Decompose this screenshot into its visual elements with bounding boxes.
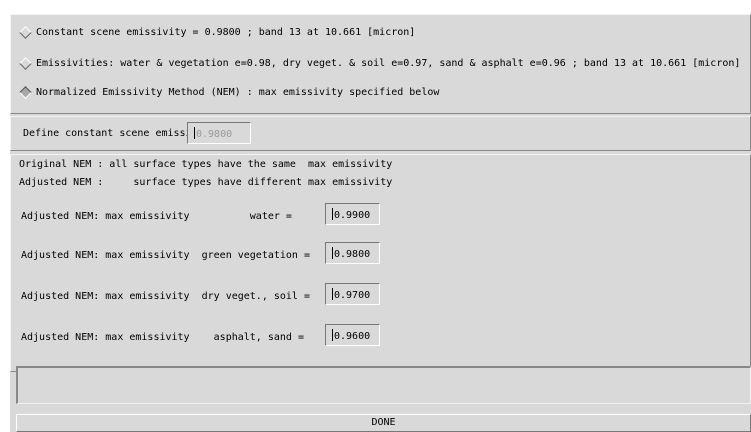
soil-emissivity-label: Adjusted NEM: max emissivity dry veget.,… <box>21 291 317 302</box>
option-label: Emissivities: water & vegetation e=0.98,… <box>36 57 741 69</box>
asphalt-emissivity-value: 0.9600 <box>334 331 371 342</box>
emissivity-dialog: Constant scene emissivity = 0.9800 ; ban… <box>10 14 751 432</box>
text-cursor-icon <box>332 247 333 259</box>
radio-diamond-icon[interactable] <box>19 56 32 70</box>
water-emissivity-label: Adjusted NEM: max emissivity water = <box>21 211 298 222</box>
option-label: Normalized Emissivity Method (NEM) : max… <box>36 86 440 98</box>
adjusted-nem-description: Adjusted NEM : surface types have differ… <box>19 177 393 188</box>
option-constant-emissivity[interactable]: Constant scene emissivity = 0.9800 ; ban… <box>19 24 415 40</box>
vegetation-emissivity-input[interactable]: 0.9800 <box>325 242 380 264</box>
constant-emissivity-panel: Define constant scene emissivity = 0.980… <box>10 116 751 151</box>
constant-emissivity-input[interactable]: 0.9800 <box>187 122 251 144</box>
text-cursor-icon <box>332 288 333 300</box>
soil-emissivity-value: 0.9700 <box>334 290 371 301</box>
option-surface-emissivities[interactable]: Emissivities: water & vegetation e=0.98,… <box>19 55 740 71</box>
asphalt-emissivity-input[interactable]: 0.9600 <box>325 324 380 346</box>
text-cursor-icon <box>194 127 195 139</box>
emissivity-option-group: Constant scene emissivity = 0.9800 ; ban… <box>10 14 751 114</box>
vegetation-emissivity-label: Adjusted NEM: max emissivity green veget… <box>21 250 317 261</box>
text-cursor-icon <box>332 208 333 220</box>
status-message-area <box>16 366 751 404</box>
water-emissivity-input[interactable]: 0.9900 <box>325 203 380 225</box>
constant-emissivity-value: 0.9800 <box>196 129 233 140</box>
radio-diamond-icon[interactable] <box>19 25 32 39</box>
option-nem[interactable]: Normalized Emissivity Method (NEM) : max… <box>19 84 439 100</box>
asphalt-emissivity-label: Adjusted NEM: max emissivity asphalt, sa… <box>21 332 310 343</box>
soil-emissivity-input[interactable]: 0.9700 <box>325 283 380 305</box>
text-cursor-icon <box>332 329 333 341</box>
original-nem-description: Original NEM : all surface types have th… <box>19 159 393 170</box>
radio-diamond-selected-icon[interactable] <box>19 85 32 99</box>
option-label: Constant scene emissivity = 0.9800 ; ban… <box>36 26 416 38</box>
vegetation-emissivity-value: 0.9800 <box>334 249 371 260</box>
nem-panel: Original NEM : all surface types have th… <box>10 154 751 372</box>
water-emissivity-value: 0.9900 <box>334 210 371 221</box>
done-button[interactable]: DONE <box>16 414 751 432</box>
